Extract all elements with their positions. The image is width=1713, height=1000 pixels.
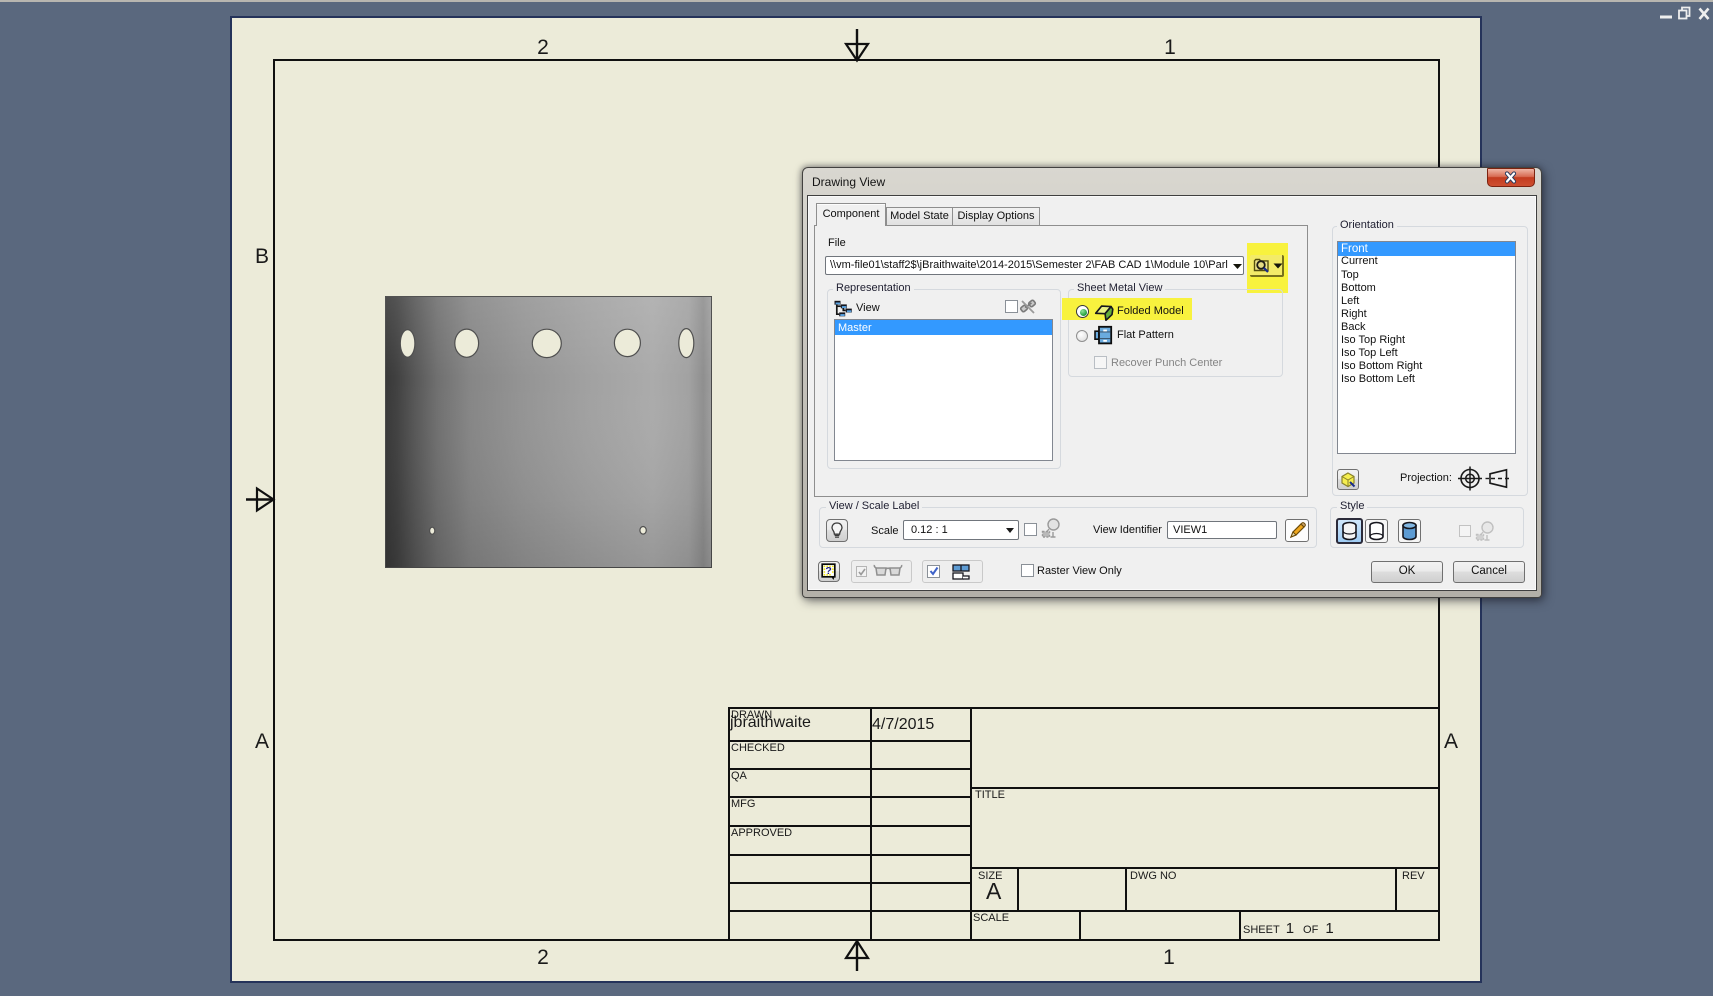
svg-text:?: ? bbox=[825, 565, 831, 577]
